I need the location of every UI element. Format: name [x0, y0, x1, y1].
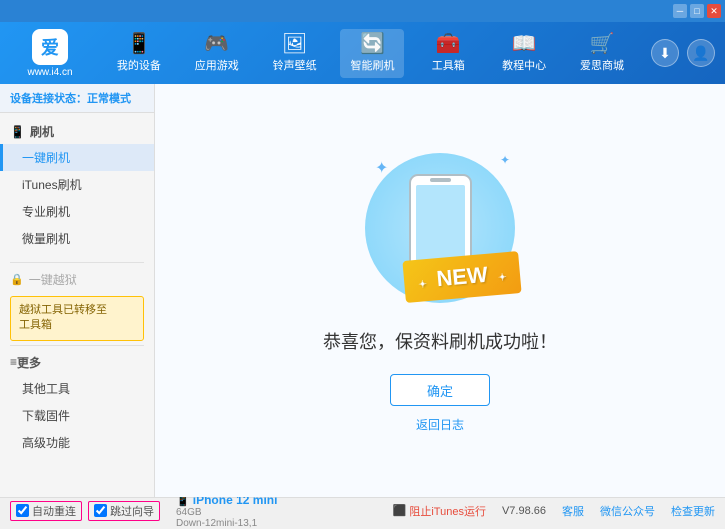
nav-my-device[interactable]: 📱 我的设备: [107, 29, 171, 78]
wechat-link[interactable]: 微信公众号: [600, 503, 655, 519]
main-layout: 设备连接状态：正常模式 📱 刷机 一键刷机 iTunes刷机 专业刷机 微量刷机…: [0, 84, 725, 497]
apps-label: 应用游戏: [195, 57, 239, 73]
version-label: V7.98.66: [502, 505, 546, 517]
sidebar-item-pro-flash[interactable]: 专业刷机: [0, 198, 154, 225]
wallpaper-label: 铃声壁纸: [273, 57, 317, 73]
wallpaper-icon: 🖼: [282, 34, 307, 54]
header-right-buttons: ⬇ 👤: [651, 39, 715, 67]
nav-shop[interactable]: 🛒 爱思商城: [570, 29, 634, 78]
back-to-log-link[interactable]: 返回日志: [416, 416, 464, 433]
my-device-label: 我的设备: [117, 57, 161, 73]
auto-reconnect-input[interactable]: [16, 504, 29, 517]
phone-wrapper: ✦ ✦ NEW: [360, 148, 520, 308]
more-section-title: ≡ 更多: [0, 350, 154, 375]
shop-label: 爱思商城: [580, 57, 624, 73]
sidebar-divider-1: [10, 262, 144, 263]
flash-title-label: 刷机: [30, 123, 54, 140]
sidebar-item-wechat-flash[interactable]: 微量刷机: [0, 225, 154, 252]
connection-status: 设备连接状态：正常模式: [0, 84, 154, 113]
nav-bar: 📱 我的设备 🎮 应用游戏 🖼 铃声壁纸 🔄 智能刷机 🧰 工具箱 📖 教程中心…: [100, 29, 641, 78]
flash-section-icon: 📱: [10, 125, 25, 139]
jailbreak-warning: 越狱工具已转移至工具箱: [10, 296, 144, 341]
service-link[interactable]: 客服: [562, 503, 584, 519]
user-button[interactable]: 👤: [687, 39, 715, 67]
window-controls: ─ □ ✕: [673, 4, 721, 18]
sparkle-left-icon: ✦: [375, 158, 388, 178]
header: 爱 www.i4.cn 📱 我的设备 🎮 应用游戏 🖼 铃声壁纸 🔄 智能刷机 …: [0, 22, 725, 84]
flash-section: 📱 刷机 一键刷机 iTunes刷机 专业刷机 微量刷机: [0, 113, 154, 258]
toolbox-label: 工具箱: [432, 57, 465, 73]
sparkle-right-icon: ✦: [500, 153, 510, 167]
device-storage-line: 64GB: [176, 507, 277, 518]
nav-smart-flash[interactable]: 🔄 智能刷机: [340, 29, 404, 78]
titlebar: ─ □ ✕: [0, 0, 725, 22]
sidebar-item-itunes-flash[interactable]: iTunes刷机: [0, 171, 154, 198]
nav-wallpaper[interactable]: 🖼 铃声壁纸: [263, 29, 327, 78]
content-area: ✦ ✦ NEW 恭喜您，保资料刷机成功啦！ 确定 返回日志: [155, 84, 725, 497]
skip-wizard-input[interactable]: [94, 504, 107, 517]
statusbar-right: ⬛ 阻止iTunes运行 V7.98.66 客服 微信公众号 检查更新: [393, 503, 715, 519]
sidebar-item-advanced[interactable]: 高级功能: [0, 429, 154, 456]
success-message: 恭喜您，保资料刷机成功啦！: [323, 328, 557, 354]
statusbar-left: 自动重连 跳过向导 📱 iPhone 12 mini 64GB Down-12m…: [10, 493, 277, 529]
sidebar-item-one-key-flash[interactable]: 一键刷机: [0, 144, 154, 171]
minimize-button[interactable]: ─: [673, 4, 687, 18]
status-value: 正常模式: [87, 93, 131, 105]
statusbar: 自动重连 跳过向导 📱 iPhone 12 mini 64GB Down-12m…: [0, 497, 725, 523]
confirm-button[interactable]: 确定: [390, 374, 490, 406]
nav-tutorial[interactable]: 📖 教程中心: [492, 29, 556, 78]
nav-apps[interactable]: 🎮 应用游戏: [185, 29, 249, 78]
device-info: 📱 iPhone 12 mini 64GB Down-12mini-13,1: [176, 493, 277, 529]
skip-wizard-checkbox[interactable]: 跳过向导: [88, 501, 160, 521]
logo[interactable]: 爱 www.i4.cn: [10, 29, 90, 78]
jailbreak-label: 一键越狱: [29, 271, 77, 288]
logo-icon: 爱: [32, 29, 68, 65]
lock-icon: 🔒: [10, 273, 24, 286]
logo-url: www.i4.cn: [27, 67, 72, 78]
toolbox-icon: 🧰: [436, 34, 461, 54]
my-device-icon: 📱: [126, 34, 151, 54]
auto-reconnect-checkbox[interactable]: 自动重连: [10, 501, 82, 521]
success-illustration: ✦ ✦ NEW: [360, 148, 520, 308]
tutorial-label: 教程中心: [502, 57, 546, 73]
nav-toolbox[interactable]: 🧰 工具箱: [418, 29, 478, 78]
itunes-stop[interactable]: ⬛ 阻止iTunes运行: [393, 503, 486, 519]
sidebar-item-download-fw[interactable]: 下载固件: [0, 402, 154, 429]
new-badge: NEW: [402, 251, 522, 303]
sidebar: 设备连接状态：正常模式 📱 刷机 一键刷机 iTunes刷机 专业刷机 微量刷机…: [0, 84, 155, 497]
status-label: 设备连接状态：: [10, 93, 87, 105]
check-update-link[interactable]: 检查更新: [671, 503, 715, 519]
device-model: Down-12mini-13,1: [176, 518, 277, 529]
download-button[interactable]: ⬇: [651, 39, 679, 67]
close-button[interactable]: ✕: [707, 4, 721, 18]
smart-flash-icon: 🔄: [360, 34, 385, 54]
jailbreak-item: 🔒 一键越狱: [0, 267, 154, 292]
apps-icon: 🎮: [204, 34, 229, 54]
stop-icon: ⬛: [393, 504, 407, 517]
sidebar-item-other-tools[interactable]: 其他工具: [0, 375, 154, 402]
maximize-button[interactable]: □: [690, 4, 704, 18]
shop-icon: 🛒: [590, 34, 615, 54]
smart-flash-label: 智能刷机: [350, 57, 394, 73]
tutorial-icon: 📖: [512, 34, 537, 54]
flash-section-title: 📱 刷机: [0, 119, 154, 144]
sidebar-divider-2: [10, 345, 144, 346]
skip-wizard-label: 跳过向导: [110, 503, 154, 519]
auto-reconnect-label: 自动重连: [32, 503, 76, 519]
